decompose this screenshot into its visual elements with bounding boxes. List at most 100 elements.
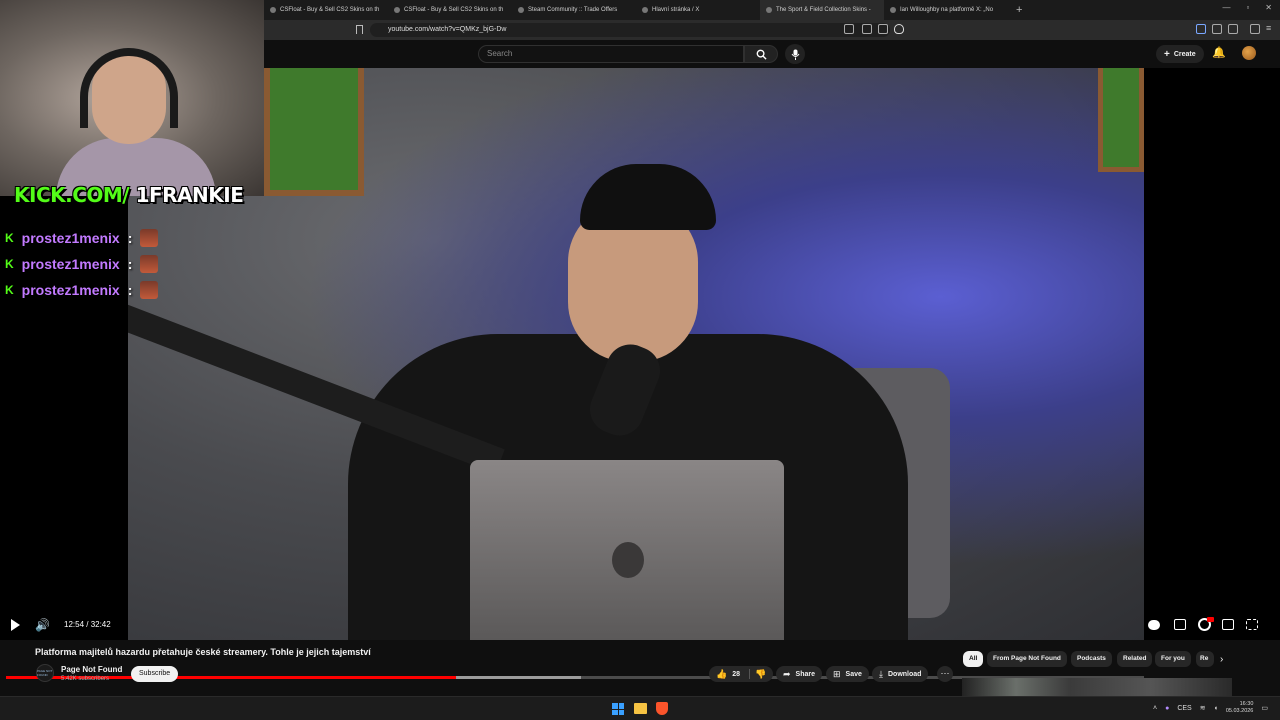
new-tab-button[interactable]: + [1008,4,1030,16]
kick-channel-banner: KICK.COM/ 1FRANKIE [14,183,244,207]
recommended-thumbnails[interactable] [962,678,1232,696]
channel-name[interactable]: Page Not Found [61,665,122,674]
chat-message: K prostez1menix : [5,253,159,275]
extensions-icon[interactable] [1212,24,1222,34]
play-icon[interactable] [11,619,20,631]
chip-from-channel[interactable]: From Page Not Found [987,651,1067,667]
fullscreen-icon[interactable] [1246,619,1258,630]
brave-browser-icon[interactable] [656,702,668,715]
kick-badge-icon: K [5,283,14,297]
subscriber-count: 5.42K subscribers [61,676,110,682]
create-button[interactable]: + Create [1156,45,1204,63]
emote-icon [140,255,159,273]
chip-podcasts[interactable]: Podcasts [1071,651,1112,667]
video-title: Platforma majitelů hazardu přetahuje čes… [35,647,371,657]
notifications-bell-icon[interactable]: 🔔 [1212,46,1226,59]
apple-logo-icon [612,542,644,578]
microphone-icon [791,49,799,60]
browser-tab[interactable]: Hlavní stránka / X [636,0,760,20]
language-indicator[interactable]: CES [1177,705,1191,712]
browser-tab-bar: CSFloat - Buy & Sell CS2 Skins on th CSF… [264,0,1280,20]
minimize-icon[interactable]: — [1222,3,1230,12]
download-button[interactable]: ⤓ Download [872,666,929,682]
chip-truncated[interactable]: Re [1196,651,1214,667]
browser-tab[interactable]: Steam Community :: Trade Offers [512,0,636,20]
emote-icon [140,281,159,299]
save-button[interactable]: ⊞ Save [826,666,869,682]
chat-message: K prostez1menix : [5,279,159,301]
channel-avatar[interactable]: PAGE NOT FOUND [36,664,54,682]
download-icon: ⤓ [879,668,883,679]
address-bar[interactable]: youtube.com/watch?v=QMKz_bjG-Dw [370,23,890,37]
kick-badge-icon: K [5,231,14,245]
notification-icon[interactable]: ▭ [1261,704,1268,712]
subscribe-button[interactable]: Subscribe [131,666,179,682]
browser-tab[interactable]: CSFloat - Buy & Sell CS2 Skins on th [388,0,512,20]
moss-wall-frame [264,68,364,196]
search-input[interactable]: Search [478,45,744,63]
windows-start-icon[interactable] [612,703,624,715]
share-page-icon[interactable] [878,24,888,34]
speaker-icon[interactable]: ◖ [1214,705,1218,712]
emote-icon [140,229,159,247]
search-button[interactable] [744,45,778,63]
chat-username: prostez1menix [21,282,120,298]
menu-icon[interactable]: ≡ [1266,24,1276,34]
youtube-masthead: Search + Create 🔔 [264,40,1280,68]
ellipsis-icon: ⋯ [940,668,950,678]
theater-mode-icon[interactable] [1222,619,1234,630]
media-icon[interactable] [1250,24,1260,34]
windows-taskbar: ˄ ● CES ≋ ◖ 16:30 05.03.2026 ▭ [0,696,1280,720]
chevron-up-icon[interactable]: ˄ [1153,705,1157,712]
more-actions-button[interactable]: ⋯ [937,666,953,682]
chat-username: prostez1menix [21,256,120,272]
browser-tab-active[interactable]: The Sport & Field Collection Skins - [760,0,884,20]
user-avatar[interactable] [1242,46,1256,60]
wifi-icon[interactable]: ≋ [1200,704,1206,712]
video-frame[interactable] [128,68,1144,640]
x-icon [890,7,896,13]
close-icon[interactable]: ✕ [1265,3,1272,12]
subtitles-icon[interactable] [1174,619,1186,630]
tab-favicon-icon [766,7,772,13]
bookmark-icon[interactable] [356,25,363,34]
plus-icon: + [1164,48,1170,60]
file-explorer-icon[interactable] [634,703,647,714]
microphone-tray-icon[interactable]: ● [1165,705,1169,712]
autoplay-toggle-icon[interactable] [1148,620,1160,630]
time-display: 12:54 / 32:42 [64,620,111,629]
moss-wall-frame [1098,68,1144,172]
x-icon [642,7,648,13]
share-button[interactable]: ➦ Share [776,666,823,682]
browser-tab[interactable]: CSFloat - Buy & Sell CS2 Skins on th [264,0,388,20]
chat-message: K prostez1menix : [5,227,159,249]
csfloat-icon [394,7,400,13]
volume-icon[interactable]: 🔊 [35,618,50,632]
cast-icon[interactable] [862,24,872,34]
like-button[interactable]: 👍 28 👎 [709,666,774,682]
browser-toolbar: youtube.com/watch?v=QMKz_bjG-Dw ≡ [264,20,1280,40]
share-arrow-icon: ➦ [783,668,791,679]
maximize-icon[interactable]: ▫ [1246,3,1249,12]
extension-icon[interactable] [1196,24,1206,34]
bookmark-icon: ⊞ [833,668,841,679]
chip-related[interactable]: Related [1117,651,1153,667]
thumbs-up-icon: 👍 [716,668,728,679]
voice-search-button[interactable] [785,44,805,64]
search-icon [756,49,767,60]
hd-badge [1207,617,1214,622]
system-tray: ˄ ● CES ≋ ◖ 16:30 05.03.2026 ▭ [1153,701,1268,715]
window-controls: — ▫ ✕ [1222,3,1272,12]
chip-all[interactable]: All [963,651,984,667]
chevron-right-icon[interactable]: › [1220,654,1223,665]
clock[interactable]: 16:30 05.03.2026 [1226,701,1254,715]
brave-shields-icon[interactable] [894,24,904,34]
thumbs-down-icon[interactable]: 👎 [755,669,766,680]
sidebar-icon[interactable] [1228,24,1238,34]
presenter-cap [580,164,716,230]
divider [749,669,751,679]
translate-icon[interactable] [844,24,854,34]
chip-for-you[interactable]: For you [1155,651,1191,667]
csfloat-icon [270,7,276,13]
browser-tab[interactable]: Ian Willoughby na platformě X: „No [884,0,1008,20]
